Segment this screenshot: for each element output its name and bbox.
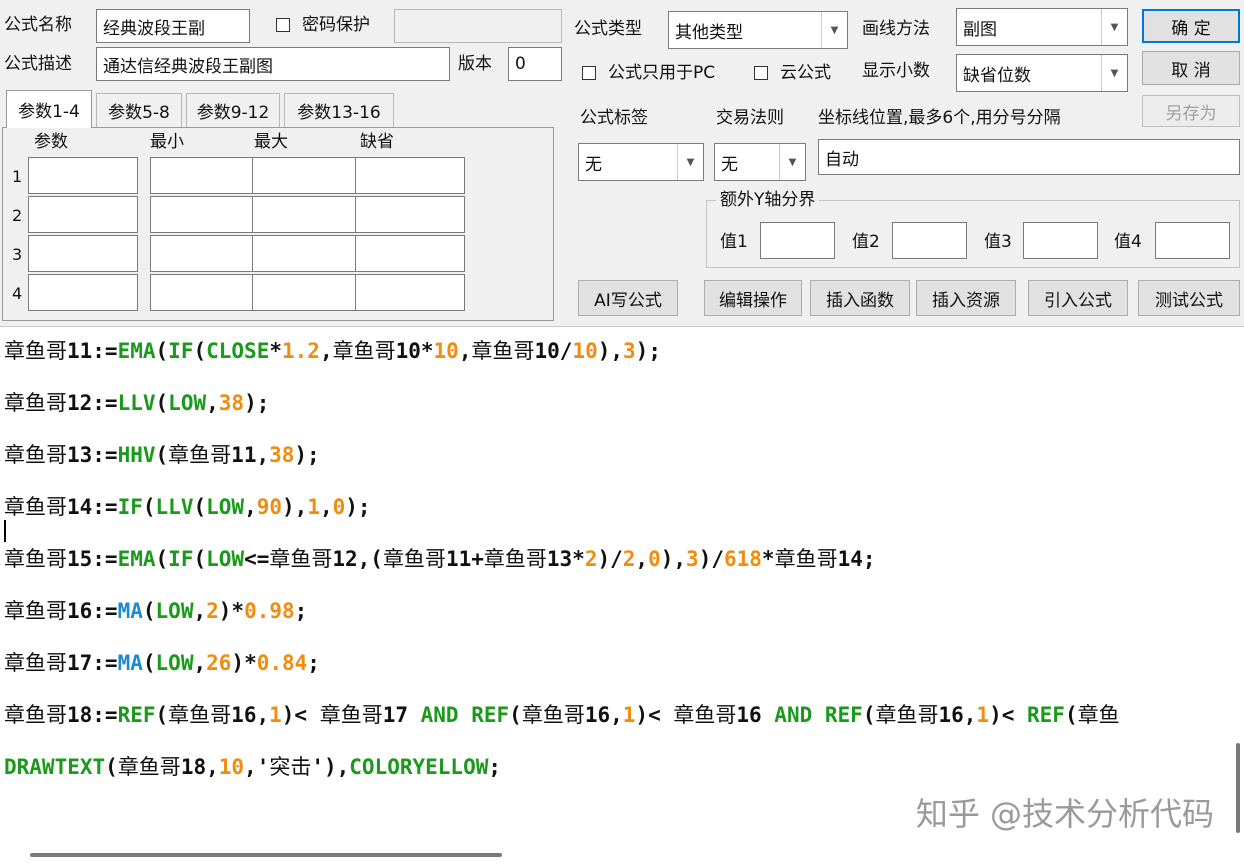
param-header-name: 参数 bbox=[34, 132, 68, 152]
trade-rule-label: 交易法则 bbox=[716, 108, 784, 128]
code-line[interactable]: 章鱼哥17:=MA(LOW,26)*0.84; bbox=[4, 653, 320, 674]
watermark: 知乎 @技术分析代码 bbox=[915, 795, 1214, 833]
param-cell-r2-c2[interactable] bbox=[150, 196, 260, 233]
password-checkbox[interactable] bbox=[276, 18, 290, 32]
formula-desc-input[interactable]: 通达信经典波段王副图 bbox=[96, 47, 450, 81]
formula-type-value: 其他类型 bbox=[675, 22, 743, 43]
code-line[interactable]: 章鱼哥12:=LLV(LOW,38); bbox=[4, 393, 269, 414]
coord-line-label: 坐标线位置,最多6个,用分号分隔 bbox=[818, 108, 1061, 128]
coord-line-input[interactable]: 自动 bbox=[818, 139, 1240, 175]
param-cell-r3-c4[interactable] bbox=[355, 235, 465, 272]
y-value-input-2[interactable] bbox=[892, 222, 967, 259]
param-row-number: 3 bbox=[12, 245, 23, 264]
chevron-down-icon[interactable]: ▼ bbox=[779, 144, 805, 180]
chevron-down-icon[interactable]: ▼ bbox=[677, 144, 703, 180]
text-caret bbox=[4, 520, 6, 542]
param-cell-r1-c3[interactable] bbox=[252, 157, 362, 194]
param-cell-r1-c1[interactable] bbox=[28, 157, 138, 194]
ok-button[interactable]: 确 定 bbox=[1142, 9, 1240, 43]
y-value-label-4: 值4 bbox=[1114, 232, 1142, 252]
param-cell-r2-c1[interactable] bbox=[28, 196, 138, 233]
param-cell-r3-c1[interactable] bbox=[28, 235, 138, 272]
horizontal-scrollbar[interactable] bbox=[30, 853, 502, 857]
trade-rule-select[interactable]: 无 ▼ bbox=[714, 143, 806, 181]
formula-type-label: 公式类型 bbox=[574, 19, 642, 39]
ai-write-formula-button[interactable]: AI写公式 bbox=[578, 280, 678, 316]
formula-name-label: 公式名称 bbox=[4, 15, 72, 35]
tab-params-1-4[interactable]: 参数1-4 bbox=[6, 90, 92, 128]
y-value-label-3: 值3 bbox=[984, 232, 1012, 252]
param-row-number: 1 bbox=[12, 167, 23, 186]
param-cell-r4-c4[interactable] bbox=[355, 274, 465, 311]
cancel-button[interactable]: 取 消 bbox=[1142, 51, 1240, 85]
version-input[interactable]: 0 bbox=[508, 47, 562, 81]
y-value-label-2: 值2 bbox=[852, 232, 880, 252]
pc-only-label: 公式只用于PC bbox=[608, 63, 716, 83]
chevron-down-icon[interactable]: ▼ bbox=[821, 12, 847, 48]
formula-name-input[interactable]: 经典波段王副 bbox=[96, 9, 250, 43]
tab-params-9-12[interactable]: 参数9-12 bbox=[186, 93, 280, 127]
code-line[interactable]: 章鱼哥11:=EMA(IF(CLOSE*1.2,章鱼哥10*10,章鱼哥10/1… bbox=[4, 341, 661, 362]
param-cell-r4-c1[interactable] bbox=[28, 274, 138, 311]
param-cell-r1-c2[interactable] bbox=[150, 157, 260, 194]
draw-method-value: 副图 bbox=[963, 19, 997, 40]
decimal-label: 显示小数 bbox=[862, 61, 930, 81]
param-cell-r2-c4[interactable] bbox=[355, 196, 465, 233]
code-line[interactable]: DRAWTEXT(章鱼哥18,10,'突击'),COLORYELLOW; bbox=[4, 757, 501, 778]
formula-tag-select[interactable]: 无 ▼ bbox=[578, 143, 704, 181]
param-header-max: 最大 bbox=[254, 132, 288, 152]
code-line[interactable]: 章鱼哥18:=REF(章鱼哥16,1)< 章鱼哥17 AND REF(章鱼哥16… bbox=[4, 705, 1120, 726]
cloud-formula-checkbox[interactable] bbox=[754, 66, 768, 80]
param-row-number: 4 bbox=[12, 284, 23, 303]
formula-tag-label: 公式标签 bbox=[580, 108, 648, 128]
test-formula-button[interactable]: 测试公式 bbox=[1138, 280, 1240, 316]
y-value-input-3[interactable] bbox=[1023, 222, 1098, 259]
chevron-down-icon[interactable]: ▼ bbox=[1101, 55, 1127, 91]
code-line[interactable]: 章鱼哥16:=MA(LOW,2)*0.98; bbox=[4, 601, 307, 622]
save-as-button[interactable]: 另存为 bbox=[1142, 95, 1240, 127]
y-value-input-4[interactable] bbox=[1155, 222, 1230, 259]
pc-only-checkbox[interactable] bbox=[582, 66, 596, 80]
param-header-default: 缺省 bbox=[360, 132, 394, 152]
code-line[interactable]: 章鱼哥15:=EMA(IF(LOW<=章鱼哥12,(章鱼哥11+章鱼哥13*2)… bbox=[4, 549, 876, 570]
vertical-scrollbar[interactable] bbox=[1236, 743, 1240, 833]
import-formula-button[interactable]: 引入公式 bbox=[1028, 280, 1128, 316]
param-header-min: 最小 bbox=[150, 132, 184, 152]
password-input[interactable] bbox=[394, 9, 562, 43]
y-value-input-1[interactable] bbox=[760, 222, 835, 259]
cloud-formula-label: 云公式 bbox=[780, 63, 831, 83]
chevron-down-icon[interactable]: ▼ bbox=[1101, 9, 1127, 45]
formula-tag-value: 无 bbox=[585, 154, 602, 175]
param-cell-r2-c3[interactable] bbox=[252, 196, 362, 233]
tab-params-13-16[interactable]: 参数13-16 bbox=[284, 93, 394, 127]
code-editor[interactable]: 章鱼哥11:=EMA(IF(CLOSE*1.2,章鱼哥10*10,章鱼哥10/1… bbox=[0, 326, 1244, 865]
code-line[interactable]: 章鱼哥14:=IF(LLV(LOW,90),1,0); bbox=[4, 497, 371, 518]
password-label: 密码保护 bbox=[302, 15, 370, 35]
param-cell-r4-c3[interactable] bbox=[252, 274, 362, 311]
decimal-value: 缺省位数 bbox=[963, 65, 1031, 86]
insert-resource-button[interactable]: 插入资源 bbox=[916, 280, 1016, 316]
code-line[interactable]: 章鱼哥13:=HHV(章鱼哥11,38); bbox=[4, 445, 320, 466]
tab-params-5-8[interactable]: 参数5-8 bbox=[96, 93, 182, 127]
draw-method-label: 画线方法 bbox=[862, 19, 930, 39]
param-row-number: 2 bbox=[12, 206, 23, 225]
draw-method-select[interactable]: 副图 ▼ bbox=[956, 8, 1128, 46]
param-cell-r1-c4[interactable] bbox=[355, 157, 465, 194]
param-cell-r4-c2[interactable] bbox=[150, 274, 260, 311]
edit-operation-button[interactable]: 编辑操作 bbox=[704, 280, 802, 316]
decimal-select[interactable]: 缺省位数 ▼ bbox=[956, 54, 1128, 92]
y-axis-group-label: 额外Y轴分界 bbox=[716, 192, 820, 209]
insert-function-button[interactable]: 插入函数 bbox=[810, 280, 910, 316]
param-cell-r3-c3[interactable] bbox=[252, 235, 362, 272]
formula-desc-label: 公式描述 bbox=[4, 54, 72, 74]
y-value-label-1: 值1 bbox=[720, 232, 748, 252]
version-label: 版本 bbox=[458, 54, 492, 74]
trade-rule-value: 无 bbox=[721, 154, 738, 175]
formula-type-select[interactable]: 其他类型 ▼ bbox=[668, 11, 848, 49]
param-cell-r3-c2[interactable] bbox=[150, 235, 260, 272]
